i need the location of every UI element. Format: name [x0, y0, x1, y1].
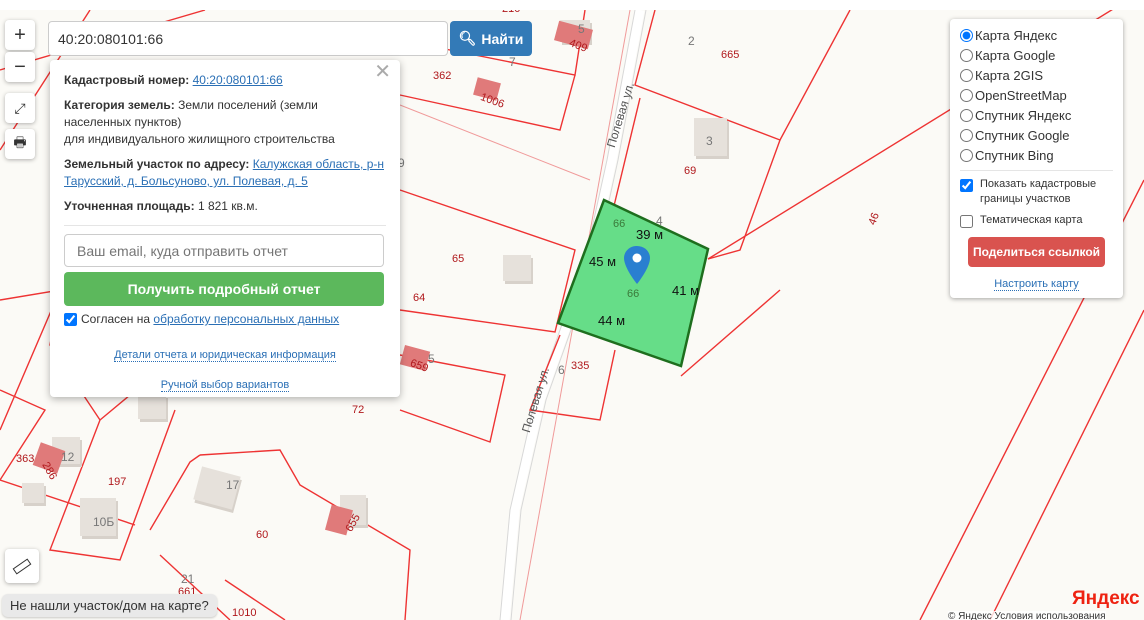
house-number: 10Б [93, 515, 115, 529]
layer-radio[interactable] [960, 88, 973, 102]
layer-option[interactable]: Карта Яндекс [960, 25, 1113, 45]
parcel-label: 72 [352, 404, 365, 416]
parcel-label: 665 [721, 49, 740, 61]
category-label: Категория земель: [64, 98, 175, 112]
parcel-label: 65 [452, 253, 465, 265]
edge-length-label: 45 м [589, 254, 617, 269]
house-number: 21 [181, 572, 195, 586]
layer-radio[interactable] [960, 48, 973, 62]
land-usage: для индивидуального жилищного строительс… [64, 132, 335, 146]
house-label: 7 [509, 55, 516, 69]
manual-selection-link[interactable]: Ручной выбор вариантов [160, 379, 290, 392]
get-report-button[interactable]: Получить подробный отчет [64, 272, 384, 306]
close-popup-button[interactable]: ✕ [374, 62, 391, 82]
share-link-button[interactable]: Поделиться ссылкой [968, 237, 1105, 267]
parcel-label: 64 [413, 292, 426, 304]
print-button[interactable]: 🖶 [5, 129, 35, 159]
house-label: 4 [656, 214, 663, 228]
layer-radio[interactable] [960, 148, 973, 162]
search-button[interactable]: 🔍︎ Найти [450, 21, 532, 56]
expand-icon: ⤢ [14, 99, 26, 116]
edge-length-label: 39 м [636, 227, 664, 242]
layer-radio[interactable] [960, 68, 973, 82]
personal-data-link[interactable]: обработку персональных данных [153, 311, 339, 328]
ruler-button[interactable] [5, 549, 39, 583]
zoom-out-button[interactable]: − [5, 52, 35, 82]
parcel-label: 197 [108, 476, 127, 488]
cadastral-number-link[interactable]: 40:20:080101:66 [193, 73, 283, 87]
cadastral-label: Кадастровый номер: [64, 73, 190, 87]
area-value: 1 821 кв.м. [197, 199, 258, 213]
search-button-label: Найти [481, 30, 524, 47]
house-label: 6 [558, 363, 565, 377]
layer-option[interactable]: Спутник Яндекс [960, 105, 1113, 125]
parcel-info-popup: ✕ Кадастровый номер: 40:20:080101:66 Кат… [50, 60, 400, 397]
parcel-number-label: 66 [613, 218, 626, 230]
parcel-label: 60 [256, 529, 269, 541]
house-label: 2 [688, 34, 695, 48]
parcel-label: 69 [684, 165, 697, 177]
yandex-logo: Яндекс [1072, 588, 1140, 609]
house-number: 5 [428, 352, 435, 366]
map-attribution[interactable]: © Яндекс Условия использования [948, 611, 1106, 620]
layer-option[interactable]: Карта Google [960, 45, 1113, 65]
layer-option[interactable]: OpenStreetMap [960, 85, 1113, 105]
layer-option[interactable]: Карта 2GIS [960, 65, 1113, 85]
parcel-label: 362 [433, 70, 452, 82]
parcel-label: 1010 [232, 607, 257, 619]
house-number: 5 [578, 22, 585, 36]
house-number: 17 [226, 478, 240, 492]
show-borders-checkbox[interactable] [960, 179, 973, 192]
parcel-label: 210 [502, 10, 520, 15]
map-layers-panel: Карта Яндекс Карта Google Карта 2GIS Ope… [950, 19, 1123, 298]
edge-length-label: 44 м [598, 313, 626, 328]
layer-radio[interactable] [960, 108, 973, 122]
zoom-in-button[interactable]: + [5, 20, 35, 50]
edge-length-label: 41 м [672, 283, 700, 298]
house-number: 12 [61, 450, 75, 464]
house-number: 3 [706, 134, 713, 148]
search-icon: 🔍︎ [458, 30, 477, 46]
not-found-button[interactable]: Не нашли участок/дом на карте? [2, 594, 217, 617]
thematic-map-checkbox[interactable] [960, 215, 973, 228]
show-borders-option[interactable]: Показать кадастровые границы участков [960, 177, 1113, 207]
ruler-icon [12, 557, 32, 575]
parcel-label: 335 [571, 360, 590, 372]
configure-map-link[interactable]: Настроить карту [994, 278, 1079, 291]
search-input[interactable] [48, 21, 448, 56]
parcel-label: 363 [16, 453, 35, 465]
fullscreen-button[interactable]: ⤢ [5, 93, 35, 123]
layer-radio[interactable] [960, 128, 973, 142]
address-label: Земельный участок по адресу: [64, 157, 250, 171]
email-input[interactable] [64, 234, 384, 267]
print-icon: 🖶 [13, 134, 27, 150]
thematic-map-option[interactable]: Тематическая карта [960, 213, 1113, 228]
consent-text: Согласен на [81, 312, 151, 326]
consent-checkbox[interactable] [64, 313, 77, 326]
layer-radio[interactable] [960, 28, 973, 42]
layer-option[interactable]: Спутник Bing [960, 145, 1113, 165]
report-details-link[interactable]: Детали отчета и юридическая информация [114, 349, 336, 362]
map-pin-icon[interactable] [622, 244, 652, 288]
parcel-number-label: 66 [627, 288, 640, 300]
layer-option[interactable]: Спутник Google [960, 125, 1113, 145]
area-label: Уточненная площадь: [64, 199, 195, 213]
